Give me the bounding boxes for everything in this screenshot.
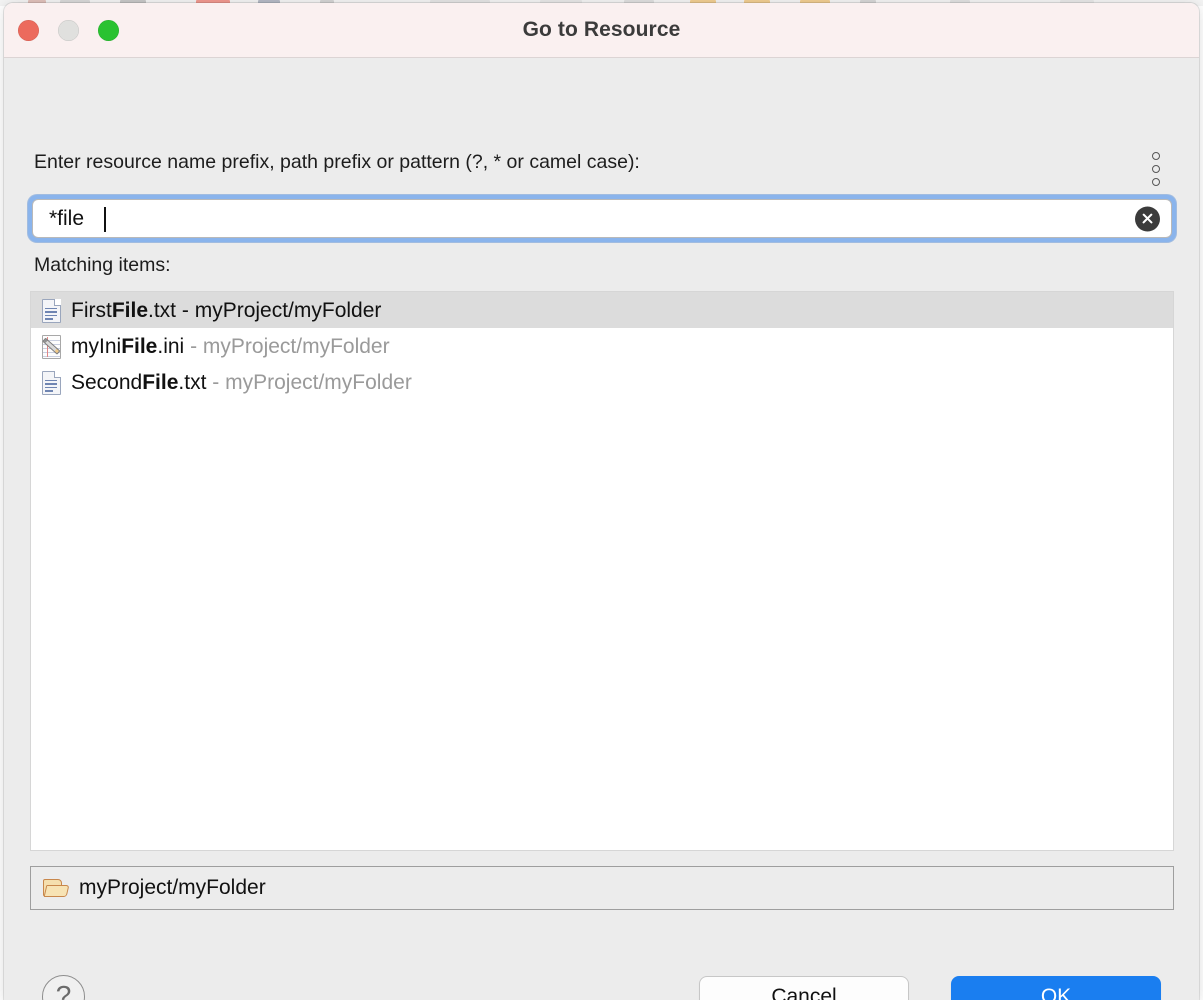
clear-circle-icon[interactable] xyxy=(1135,206,1160,231)
selected-path-text: myProject/myFolder xyxy=(79,876,266,899)
list-item-label: SecondFile.txt - myProject/myFolder xyxy=(71,372,412,393)
search-input[interactable]: *file xyxy=(32,199,1172,238)
search-focus-ring: *file xyxy=(28,195,1176,242)
list-item[interactable]: FirstFile.txt - myProject/myFolder xyxy=(31,292,1173,328)
help-icon[interactable]: ? xyxy=(42,975,85,1000)
matching-items-label: Matching items: xyxy=(34,254,171,276)
kebab-menu-icon[interactable] xyxy=(1145,150,1167,188)
window-titlebar: Go to Resource xyxy=(4,3,1199,58)
txt-file-icon xyxy=(41,370,62,395)
search-input-value: *file xyxy=(49,207,85,230)
matching-items-list[interactable]: FirstFile.txt - myProject/myFolder myIni… xyxy=(30,291,1174,851)
item-separator: - xyxy=(176,298,195,322)
item-separator: - xyxy=(206,370,226,394)
item-name-match: File xyxy=(111,298,149,322)
item-name-prefix: myIni xyxy=(71,334,122,358)
list-item-label: myIniFile.ini - myProject/myFolder xyxy=(71,336,390,357)
text-caret xyxy=(104,207,106,232)
go-to-resource-dialog: Go to Resource Enter resource name prefi… xyxy=(4,3,1199,1000)
item-name-prefix: Second xyxy=(71,370,143,394)
list-item[interactable]: myIniFile.ini - myProject/myFolder xyxy=(31,328,1173,364)
list-item[interactable]: SecondFile.txt - myProject/myFolder xyxy=(31,364,1173,400)
ini-file-icon xyxy=(41,334,62,359)
item-path: myProject/myFolder xyxy=(202,334,390,358)
dialog-content: Enter resource name prefix, path prefix … xyxy=(4,58,1199,1000)
open-folder-icon xyxy=(43,878,70,898)
item-name-match: File xyxy=(142,370,179,394)
item-separator: - xyxy=(184,334,203,358)
item-name-suffix: .ini xyxy=(157,334,185,358)
txt-file-icon xyxy=(41,298,62,323)
item-name-suffix: .txt xyxy=(148,298,177,322)
window-title: Go to Resource xyxy=(522,18,681,41)
item-name-match: File xyxy=(121,334,158,358)
selected-resource-path: myProject/myFolder xyxy=(30,866,1174,910)
item-path: myProject/myFolder xyxy=(194,298,382,322)
list-item-label: FirstFile.txt - myProject/myFolder xyxy=(71,300,381,321)
ok-button[interactable]: OK xyxy=(951,976,1161,1000)
item-name-suffix: .txt xyxy=(178,370,207,394)
item-path: myProject/myFolder xyxy=(225,370,412,394)
prompt-label: Enter resource name prefix, path prefix … xyxy=(34,151,640,173)
cancel-button[interactable]: Cancel xyxy=(699,976,909,1000)
item-name-prefix: First xyxy=(71,298,112,322)
